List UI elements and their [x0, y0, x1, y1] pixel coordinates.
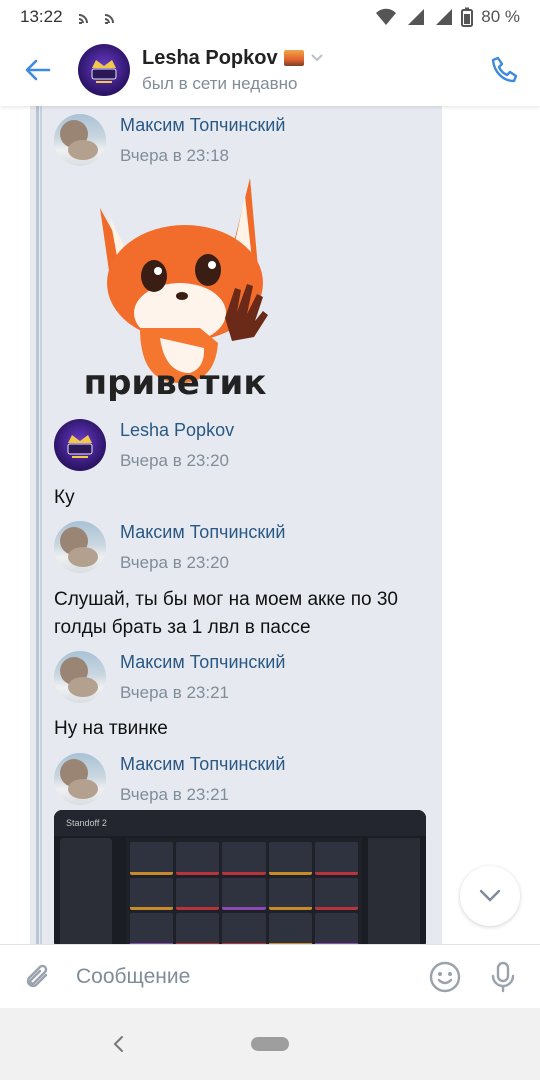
grid-cell — [176, 842, 220, 875]
back-button[interactable] — [0, 34, 76, 106]
phone-icon — [491, 56, 518, 83]
message-meta: Максим Топчинский Вчера в 23:18 — [120, 115, 285, 166]
cast-icon — [78, 14, 88, 24]
message-header: Максим Топчинский Вчера в 23:20 — [54, 521, 285, 573]
grid-cell — [314, 842, 358, 875]
smile-icon — [429, 961, 461, 992]
notification-icons — [77, 9, 121, 25]
message-text: Ну на твинке — [54, 718, 168, 739]
chevron-left-icon — [113, 1036, 123, 1052]
grid-cell — [176, 877, 220, 911]
header-name-row: Lesha Popkov — [142, 47, 324, 70]
message-header: Максим Топчинский Вчера в 23:21 — [54, 753, 285, 805]
message-composer — [0, 944, 540, 1008]
grid-cell — [130, 877, 174, 911]
avatar[interactable] — [54, 651, 106, 703]
message-time: Вчера в 23:20 — [120, 450, 230, 470]
grid-cell — [130, 913, 174, 944]
grid-cell — [314, 913, 358, 944]
attachment-panel — [60, 838, 112, 944]
image-attachment[interactable]: Standoff 2 — [54, 810, 426, 944]
wifi-icon — [376, 8, 397, 25]
fox-sticker[interactable]: приветик — [80, 168, 270, 408]
microphone-button[interactable] — [474, 945, 532, 1009]
message-list[interactable]: Максим Топчинский Вчера в 23:18 приветик — [0, 106, 540, 944]
grid-cell — [176, 913, 220, 944]
scroll-down-button[interactable] — [460, 866, 520, 926]
grid-cell — [268, 877, 312, 911]
sticker-caption: приветик — [84, 363, 267, 403]
battery-percent: 80 % — [481, 7, 520, 26]
signal-icon — [408, 9, 425, 25]
chat-header: Lesha Popkov был в сети недавно — [0, 34, 540, 106]
avatar[interactable] — [54, 114, 106, 166]
message-author[interactable]: Максим Топчинский — [120, 522, 285, 543]
cast-icon — [104, 14, 114, 24]
call-button[interactable] — [470, 34, 540, 106]
message-author[interactable]: Максим Топчинский — [120, 754, 285, 775]
grid-cell — [314, 877, 358, 911]
chevron-down-icon — [310, 54, 323, 62]
message-author[interactable]: Lesha Popkov — [120, 420, 234, 441]
contact-status: был в сети недавно — [142, 73, 298, 93]
attachment-topbar: Standoff 2 — [54, 810, 426, 836]
attachment-title: Standoff 2 — [66, 818, 107, 828]
message-input[interactable] — [76, 964, 416, 989]
emoji-button[interactable] — [416, 945, 474, 1009]
message-time: Вчера в 23:21 — [120, 682, 230, 702]
message-header: Максим Топчинский Вчера в 23:21 — [54, 651, 285, 703]
message-text: Слушай, ты бы мог на моем акке по 30 гол… — [54, 589, 398, 638]
message-author[interactable]: Максим Топчинский — [120, 115, 285, 136]
grid-cell — [222, 842, 266, 875]
grid-cell — [268, 842, 312, 875]
paperclip-icon — [26, 964, 48, 987]
sunset-emoji-icon — [283, 50, 304, 66]
signal-icon — [436, 9, 453, 25]
contact-name: Lesha Popkov — [142, 46, 278, 69]
status-bar: 13:22 80 % — [0, 0, 540, 34]
message-meta: Максим Топчинский Вчера в 23:21 — [120, 754, 285, 805]
message-time: Вчера в 23:18 — [120, 145, 230, 165]
attach-button[interactable] — [0, 945, 76, 1009]
arrow-left-icon — [25, 59, 51, 81]
avatar[interactable] — [54, 419, 106, 471]
status-time: 13:22 — [20, 7, 63, 26]
battery-icon — [461, 7, 474, 27]
grid-cell — [222, 913, 266, 944]
attachment-grid — [126, 838, 362, 944]
message-time: Вчера в 23:20 — [120, 552, 230, 572]
message-time: Вчера в 23:21 — [120, 784, 230, 804]
crown-logo-icon — [67, 435, 93, 458]
message-meta: Максим Топчинский Вчера в 23:21 — [120, 652, 285, 703]
message-meta: Lesha Popkov Вчера в 23:20 — [120, 420, 234, 471]
system-nav-bar — [0, 1008, 540, 1080]
message-meta: Максим Топчинский Вчера в 23:20 — [120, 522, 285, 573]
forward-line — [36, 106, 39, 944]
avatar[interactable] — [54, 521, 106, 573]
grid-cell — [130, 842, 174, 875]
avatar[interactable] — [54, 753, 106, 805]
nav-home-button[interactable] — [251, 1037, 289, 1051]
status-right: 80 % — [375, 7, 520, 27]
attachment-panel — [368, 838, 420, 944]
header-text[interactable]: Lesha Popkov был в сети недавно — [142, 47, 324, 94]
crown-logo-icon — [91, 60, 117, 83]
message-text: Ку — [54, 487, 75, 508]
chevron-down-icon — [479, 889, 501, 902]
microphone-icon — [491, 961, 515, 992]
message-header: Lesha Popkov Вчера в 23:20 — [54, 419, 234, 471]
message-header: Максим Топчинский Вчера в 23:18 — [54, 114, 285, 166]
nav-back-button[interactable] — [104, 1030, 132, 1058]
avatar[interactable] — [78, 44, 130, 96]
forward-line — [40, 106, 42, 944]
message-author[interactable]: Максим Топчинский — [120, 652, 285, 673]
grid-cell — [222, 877, 266, 911]
grid-cell — [268, 913, 312, 944]
